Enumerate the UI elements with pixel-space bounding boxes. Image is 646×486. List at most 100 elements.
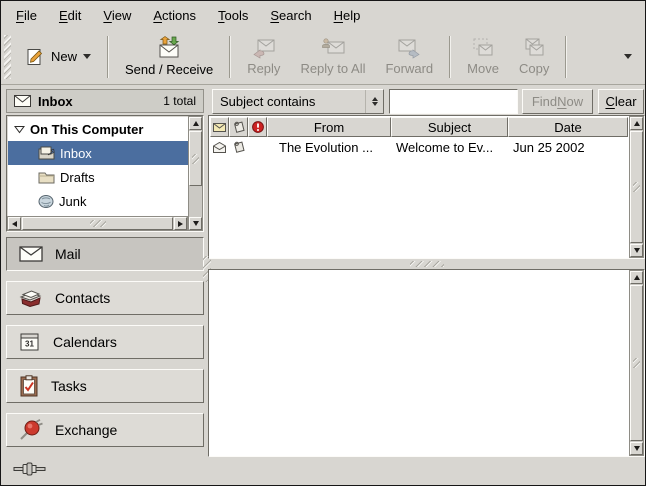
send-receive-icon xyxy=(156,36,182,60)
evolution-window: File Edit View Actions Tools Search Help… xyxy=(0,0,646,486)
tree-node-label: Inbox xyxy=(60,146,92,161)
scroll-right-button[interactable] xyxy=(174,217,187,230)
folder-title-bar[interactable]: Inbox 1 total xyxy=(6,89,204,113)
scroll-down-button[interactable] xyxy=(189,217,202,230)
scroll-down-button[interactable] xyxy=(630,442,643,455)
menu-help[interactable]: Help xyxy=(323,4,372,27)
expander-triangle-icon[interactable] xyxy=(14,125,25,134)
toolbar-separator xyxy=(107,36,109,78)
junk-icon xyxy=(38,194,54,208)
column-from[interactable]: From xyxy=(267,117,391,137)
search-input[interactable] xyxy=(389,89,518,114)
svg-text:31: 31 xyxy=(25,340,34,349)
move-button[interactable]: Move xyxy=(457,32,509,82)
attachment-cell xyxy=(229,141,248,153)
shortcut-contacts-button[interactable]: Contacts xyxy=(6,281,204,315)
reply-button[interactable]: Reply xyxy=(237,32,290,82)
message-date: Jun 25 2002 xyxy=(508,140,628,155)
shortcut-label: Calendars xyxy=(53,334,117,350)
scroll-down-button[interactable] xyxy=(630,244,643,257)
scroll-up-button[interactable] xyxy=(189,117,202,130)
reply-label: Reply xyxy=(247,61,280,76)
copy-button[interactable]: Copy xyxy=(509,32,559,82)
search-criteria-select[interactable]: Subject contains xyxy=(212,89,384,114)
folder-tree-panel: On This Computer Inbox xyxy=(6,115,204,232)
folder-tree: On This Computer Inbox xyxy=(8,117,188,216)
column-date-label: Date xyxy=(554,120,581,135)
list-vertical-scrollbar[interactable] xyxy=(629,116,644,258)
shortcut-label: Tasks xyxy=(51,378,87,394)
move-message-icon xyxy=(471,37,495,59)
scroll-up-button[interactable] xyxy=(630,271,643,284)
message-list-header: From Subject Date xyxy=(210,117,628,137)
send-receive-button[interactable]: Send / Receive xyxy=(115,32,223,82)
column-subject[interactable]: Subject xyxy=(391,117,508,137)
column-attachment[interactable] xyxy=(229,117,248,137)
tree-horizontal-scrollbar[interactable] xyxy=(7,216,188,231)
clear-button[interactable]: Clear xyxy=(598,89,644,114)
combo-arrows-icon xyxy=(365,90,383,113)
tree-node-label: On This Computer xyxy=(30,122,143,137)
current-folder-title: Inbox xyxy=(38,94,73,109)
online-status-plug-icon[interactable] xyxy=(13,461,49,477)
move-label: Move xyxy=(467,61,499,76)
scrollbar-thumb[interactable] xyxy=(630,131,643,243)
reply-to-all-label: Reply to All xyxy=(300,61,365,76)
column-from-label: From xyxy=(314,120,344,135)
shortcut-exchange-button[interactable]: Exchange xyxy=(6,413,204,447)
exchange-plug-icon xyxy=(19,419,43,441)
toolbar-separator xyxy=(565,36,567,78)
preview-vertical-scrollbar[interactable] xyxy=(629,270,644,456)
shortcut-tasks-button[interactable]: Tasks xyxy=(6,369,204,403)
shortcut-label: Mail xyxy=(55,246,81,262)
attachment-note-icon xyxy=(233,121,245,133)
scrollbar-thumb[interactable] xyxy=(22,217,173,230)
menu-edit[interactable]: Edit xyxy=(48,4,92,27)
forward-icon xyxy=(396,37,422,59)
tree-node-junk[interactable]: Junk xyxy=(8,189,188,213)
tasks-icon xyxy=(19,375,39,397)
list-preview-splitter[interactable] xyxy=(208,259,645,269)
tree-node-drafts[interactable]: Drafts xyxy=(8,165,188,189)
mail-icon xyxy=(19,246,43,262)
message-row[interactable]: The Evolution ... Welcome to Ev... Jun 2… xyxy=(210,137,628,157)
column-subject-label: Subject xyxy=(428,120,471,135)
calendar-icon: 31 xyxy=(19,332,41,352)
menu-actions[interactable]: Actions xyxy=(142,4,207,27)
toolbar-separator xyxy=(229,36,231,78)
new-button-label: New xyxy=(51,49,77,64)
preview-pane xyxy=(208,269,645,457)
new-dropdown-chevron-icon[interactable] xyxy=(83,54,91,59)
shortcut-mail-button[interactable]: Mail xyxy=(6,237,204,271)
message-from: The Evolution ... xyxy=(267,140,391,155)
toolbar-grip[interactable] xyxy=(4,35,11,79)
reply-to-all-button[interactable]: Reply to All xyxy=(290,32,375,82)
tree-node-label: Drafts xyxy=(60,170,95,185)
scroll-up-button[interactable] xyxy=(630,117,643,130)
tree-node-on-this-computer[interactable]: On This Computer xyxy=(8,117,188,141)
scroll-left-button[interactable] xyxy=(8,217,21,230)
menubar: File Edit View Actions Tools Search Help xyxy=(1,1,645,29)
contacts-icon xyxy=(19,289,43,307)
reply-icon xyxy=(251,37,277,59)
column-date[interactable]: Date xyxy=(508,117,628,137)
scrollbar-thumb[interactable] xyxy=(189,131,202,186)
column-important[interactable] xyxy=(248,117,267,137)
find-now-button[interactable]: Find Now xyxy=(522,89,593,114)
menu-view[interactable]: View xyxy=(92,4,142,27)
menu-file[interactable]: File xyxy=(5,4,48,27)
toolbar-overflow-button[interactable] xyxy=(619,48,637,66)
mail-envelope-icon xyxy=(14,95,31,107)
column-status[interactable] xyxy=(210,117,229,137)
message-list: From Subject Date xyxy=(208,115,645,259)
menu-tools[interactable]: Tools xyxy=(207,4,259,27)
tree-node-inbox[interactable]: Inbox xyxy=(8,141,188,165)
menu-search[interactable]: Search xyxy=(259,4,322,27)
forward-button[interactable]: Forward xyxy=(375,32,443,82)
tree-vertical-scrollbar[interactable] xyxy=(188,116,203,231)
new-button[interactable]: New xyxy=(15,39,101,75)
scrollbar-thumb[interactable] xyxy=(630,285,643,441)
shortcut-calendars-button[interactable]: 31 Calendars xyxy=(6,325,204,359)
message-subject: Welcome to Ev... xyxy=(391,140,508,155)
chevron-down-icon xyxy=(624,54,632,59)
